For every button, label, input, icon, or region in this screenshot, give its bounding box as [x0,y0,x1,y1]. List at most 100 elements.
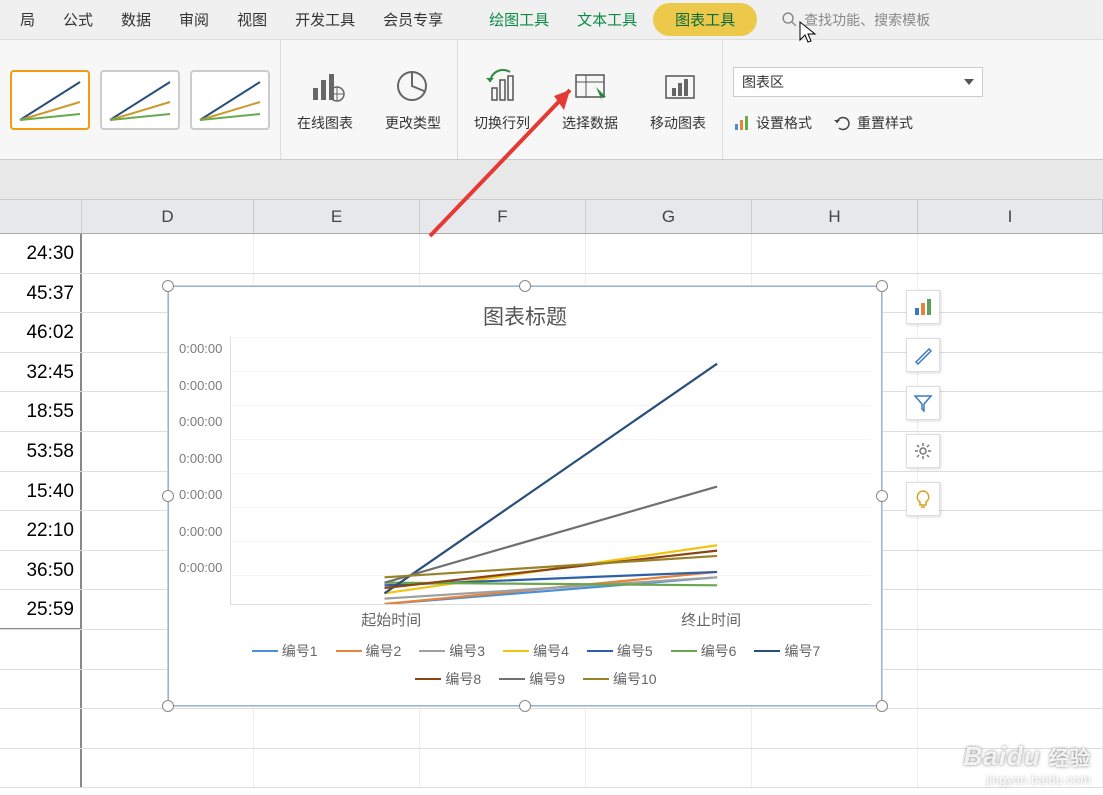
legend-item[interactable]: 编号5 [587,641,653,661]
set-format-button[interactable]: 设置格式 [733,113,812,133]
data-cell[interactable]: 45:37 [0,274,82,313]
resize-handle[interactable] [876,700,888,712]
grid-cell[interactable] [82,749,254,788]
chart-thumb[interactable] [190,70,270,130]
col-header[interactable]: E [254,200,420,233]
change-type-icon [394,67,432,105]
col-header[interactable]: G [586,200,752,233]
grid-cell[interactable] [586,234,752,273]
data-cell[interactable] [0,630,82,669]
grid-cell[interactable] [918,392,1103,431]
col-header[interactable]: F [420,200,586,233]
grid-cell[interactable] [752,749,918,788]
chart-filter-button[interactable] [906,386,940,420]
col-header[interactable]: D [82,200,254,233]
data-cell[interactable] [0,670,82,709]
data-cell[interactable] [0,709,82,748]
chart-settings-button[interactable] [906,434,940,468]
menu-item[interactable]: 视图 [225,3,279,36]
data-cell[interactable]: 24:30 [0,234,82,273]
legend-item[interactable]: 编号7 [754,641,820,661]
resize-handle[interactable] [876,490,888,502]
grid-cell[interactable] [918,511,1103,550]
grid-cell[interactable] [918,234,1103,273]
resize-handle[interactable] [162,490,174,502]
grid-cell[interactable] [254,749,420,788]
data-cell[interactable]: 53:58 [0,432,82,471]
chart-styles-button[interactable] [906,338,940,372]
grid-cell[interactable] [918,313,1103,352]
menu-item[interactable]: 局 [8,3,47,36]
grid-cell[interactable] [918,749,1103,788]
data-cell[interactable]: 15:40 [0,472,82,511]
grid-row[interactable] [0,749,1103,789]
x-label: 终止时间 [551,609,871,630]
grid-cell[interactable] [918,551,1103,590]
data-cell[interactable]: 32:45 [0,353,82,392]
grid-row[interactable]: 24:30 [0,234,1103,274]
ribbon-move-chart[interactable]: 移动图表 [634,40,722,159]
chart-object[interactable]: 图表标题 0:00:000:00:000:00:000:00:000:00:00… [156,274,894,718]
grid-cell[interactable] [918,709,1103,748]
col-header[interactable]: H [752,200,918,233]
legend-item[interactable]: 编号2 [336,641,402,661]
data-cell[interactable]: 36:50 [0,551,82,590]
ribbon-online-chart[interactable]: 在线图表 [281,40,369,159]
grid-cell[interactable] [586,749,752,788]
legend-swatch [587,650,613,653]
chart-area-selector[interactable]: 图表区 [733,67,983,97]
menu-item[interactable]: 会员专享 [371,3,455,36]
grid-cell[interactable] [254,234,420,273]
grid-cell[interactable] [918,630,1103,669]
legend-item[interactable]: 编号3 [419,641,485,661]
data-cell[interactable] [0,749,82,788]
chart-elements-button[interactable] [906,290,940,324]
resize-handle[interactable] [162,700,174,712]
chart-thumb[interactable] [100,70,180,130]
grid-cell[interactable] [918,590,1103,629]
grid-cell[interactable] [918,274,1103,313]
ribbon-label: 移动图表 [650,113,706,133]
legend-item[interactable]: 编号1 [252,641,318,661]
legend-item[interactable]: 编号8 [415,669,481,689]
grid-cell[interactable] [918,670,1103,709]
legend-item[interactable]: 编号6 [671,641,737,661]
menu-tool-draw[interactable]: 绘图工具 [477,3,561,36]
legend-label: 编号5 [617,641,653,661]
col-header[interactable] [0,200,82,233]
chart-insights-button[interactable] [906,482,940,516]
ribbon-change-type[interactable]: 更改类型 [369,40,457,159]
col-header[interactable]: I [918,200,1103,233]
grid-cell[interactable] [918,432,1103,471]
resize-handle[interactable] [519,700,531,712]
legend-item[interactable]: 编号9 [499,669,565,689]
reset-style-button[interactable]: 重置样式 [834,113,913,133]
data-cell[interactable]: 18:55 [0,392,82,431]
grid-cell[interactable] [752,234,918,273]
menu-item[interactable]: 开发工具 [283,3,367,36]
data-cell[interactable]: 46:02 [0,313,82,352]
menu-item[interactable]: 审阅 [167,3,221,36]
legend-item[interactable]: 编号10 [583,669,657,689]
grid-cell[interactable] [420,749,586,788]
ribbon-switch-rowcol[interactable]: 切换行列 [458,40,546,159]
menu-tool-text[interactable]: 文本工具 [565,3,649,36]
grid-cell[interactable] [420,234,586,273]
resize-handle[interactable] [162,280,174,292]
legend-item[interactable]: 编号4 [503,641,569,661]
menu-item[interactable]: 数据 [109,3,163,36]
resize-handle[interactable] [519,280,531,292]
grid-cell[interactable] [918,353,1103,392]
grid-cell[interactable] [82,234,254,273]
chart-thumb[interactable] [10,70,90,130]
grid-cell[interactable] [918,472,1103,511]
data-cell[interactable]: 22:10 [0,511,82,550]
resize-handle[interactable] [876,280,888,292]
chart-title[interactable]: 图表标题 [179,301,871,331]
plot-area[interactable]: 起始时间 终止时间 [230,337,871,605]
data-cell[interactable]: 25:59 [0,590,82,629]
menu-item[interactable]: 公式 [51,3,105,36]
legend-swatch [583,678,609,681]
ribbon-select-data[interactable]: 选择数据 [546,40,634,159]
menu-tool-chart-active[interactable]: 图表工具 [653,3,757,36]
